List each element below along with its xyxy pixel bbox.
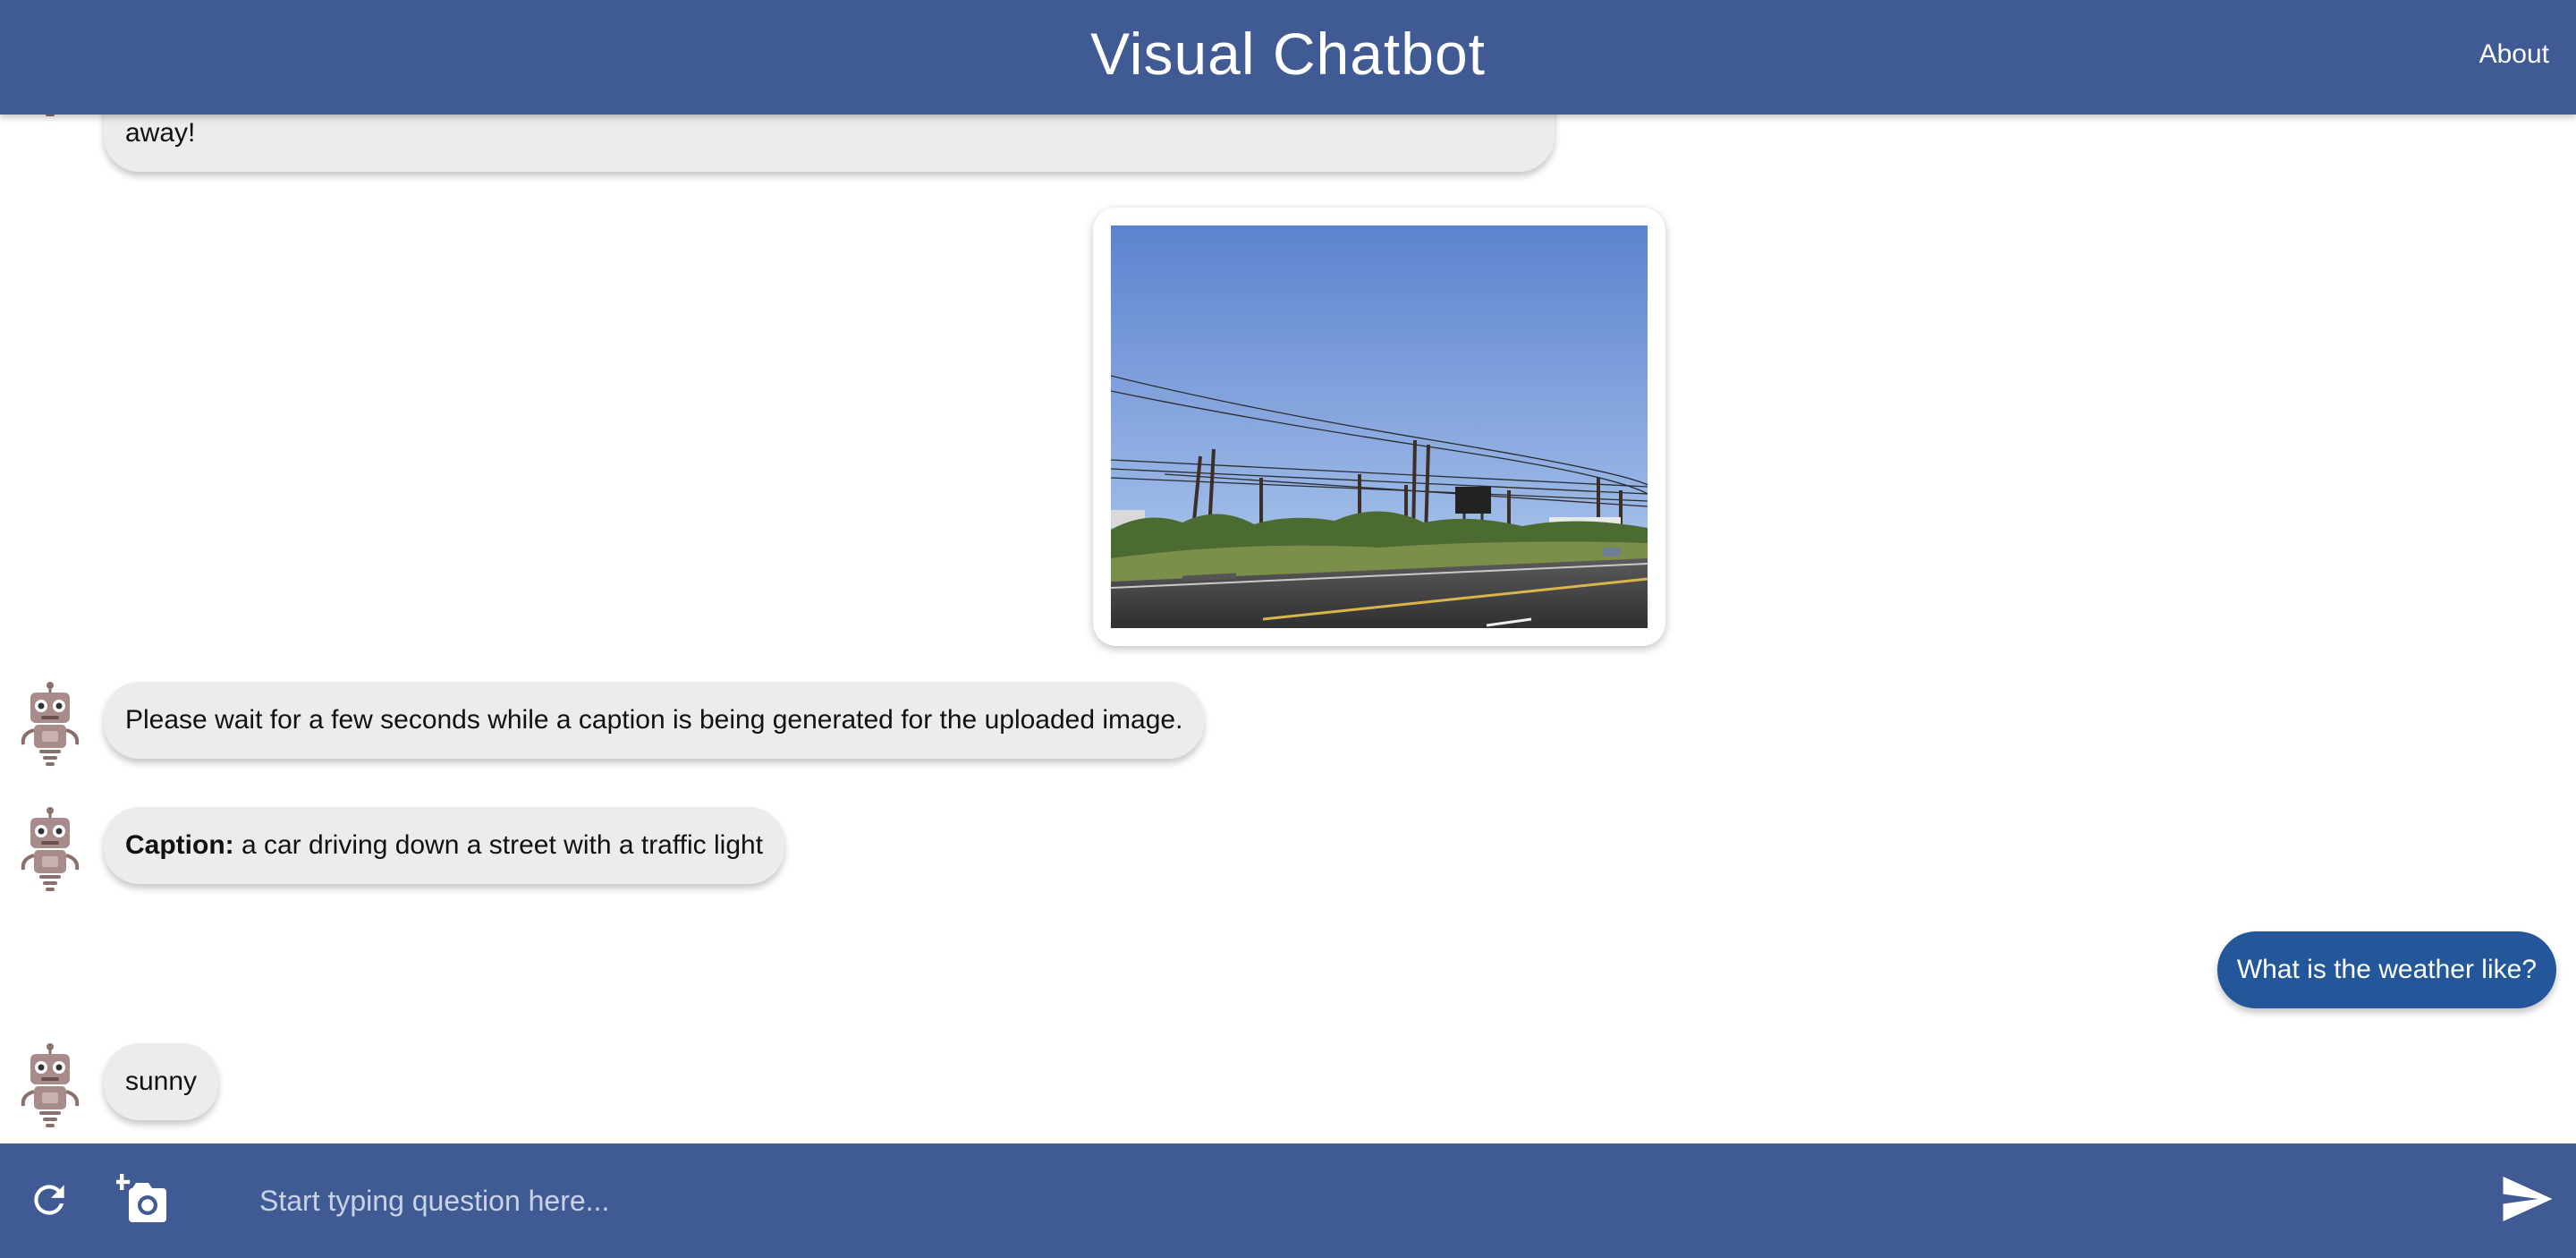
refresh-button[interactable] [27,1177,72,1227]
user-message: What is the weather like? [2216,931,2556,1008]
chat-log[interactable]: away! Please wait for a few seconds whil… [0,0,2576,1143]
visual-chatbot-app: away! Please wait for a few seconds whil… [0,0,2576,1258]
upload-image-button[interactable] [114,1172,174,1230]
message-text: sunny [125,1067,198,1096]
message-text: Please wait for a few seconds while a ca… [125,705,1183,735]
caption-label: Caption: [125,830,234,860]
message-text: away! [125,118,196,148]
caption-text: a car driving down a street with a traff… [233,830,764,860]
uploaded-image [1111,225,1648,628]
add-photo-icon [114,1174,166,1222]
about-link[interactable]: About [2479,39,2549,70]
robot-avatar-icon [14,682,86,768]
robot-avatar-icon [14,807,86,893]
question-input[interactable] [259,1170,2442,1231]
bot-caption-message: Caption: a car driving down a street wit… [104,807,785,884]
refresh-icon [34,1185,64,1215]
app-title: Visual Chatbot [1089,21,1487,87]
input-bar [0,1143,2576,1258]
app-header: Visual Chatbot About [0,0,2576,115]
uploaded-image-card [1093,208,1665,646]
send-button[interactable] [2501,1174,2555,1228]
bot-message: Please wait for a few seconds while a ca… [104,682,1205,759]
message-text: What is the weather like? [2236,955,2537,984]
bot-message: sunny [104,1043,219,1120]
robot-avatar-icon [14,1043,86,1129]
send-icon [2503,1177,2553,1221]
